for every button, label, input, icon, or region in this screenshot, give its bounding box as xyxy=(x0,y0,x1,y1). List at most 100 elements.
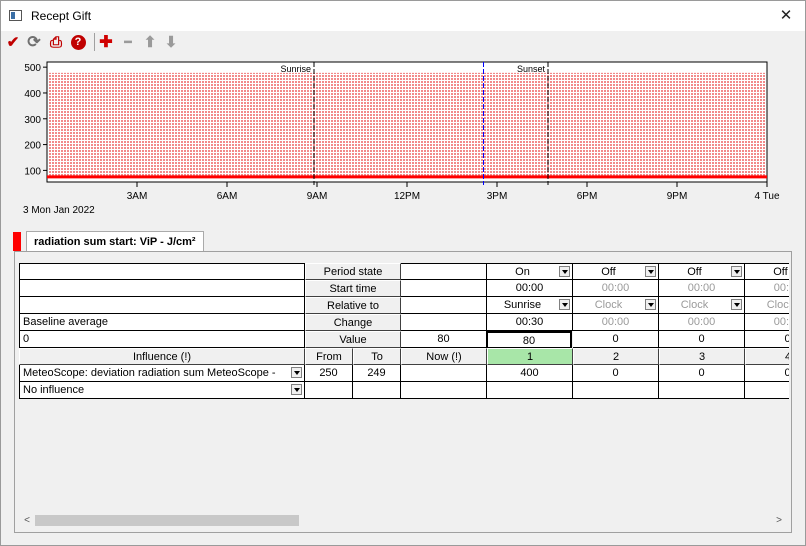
influence-2-period-1[interactable] xyxy=(487,382,573,399)
influence-1-to[interactable]: 249 xyxy=(353,365,401,382)
influence-2-period-2[interactable] xyxy=(573,382,659,399)
from-header: From xyxy=(305,348,353,365)
relative-to-2-value: Clock xyxy=(594,299,623,311)
tab-strip: radiation sum start: ViP - J/cm² xyxy=(13,229,213,252)
chevron-down-icon[interactable] xyxy=(559,299,570,310)
influence-header: Influence (!) xyxy=(19,348,305,365)
horizontal-scrollbar[interactable]: < > xyxy=(19,513,789,528)
to-header: To xyxy=(353,348,401,365)
refresh-icon[interactable]: ⟳ xyxy=(25,33,43,51)
change-4[interactable]: 00:00 xyxy=(745,314,789,331)
period-state-now xyxy=(401,263,487,280)
scroll-left-arrow[interactable]: < xyxy=(20,514,34,527)
marker-label: Sunset xyxy=(517,64,546,74)
influence-select-1[interactable]: MeteoScope: deviation radiation sum Mete… xyxy=(19,365,305,382)
period-state-3[interactable]: Off xyxy=(659,263,745,280)
help-icon[interactable]: ? xyxy=(69,33,87,51)
y-tick-label: 500 xyxy=(24,63,41,74)
value-now: 80 xyxy=(401,331,487,348)
relative-to-1-value: Sunrise xyxy=(503,299,542,311)
plus-icon[interactable]: ✚ xyxy=(97,33,115,51)
value-2[interactable]: 0 xyxy=(573,331,659,348)
arrow-down-icon[interactable]: ⬇ xyxy=(162,33,180,51)
chevron-down-icon[interactable] xyxy=(731,266,742,277)
influence-2-now xyxy=(401,382,487,399)
start-time-now xyxy=(401,280,487,297)
period-state-1[interactable]: On xyxy=(487,263,573,280)
influence-select-2-value: No influence xyxy=(23,384,85,396)
area-fill xyxy=(49,72,765,177)
start-time-label: Start time xyxy=(305,280,401,297)
influence-2-from[interactable] xyxy=(305,382,353,399)
start-time-3[interactable]: 00:00 xyxy=(659,280,745,297)
x-tick-label: 4 Tue xyxy=(754,191,779,202)
x-tick-label: 9PM xyxy=(667,191,688,202)
influence-1-period-1[interactable]: 400 xyxy=(487,365,573,382)
influence-select-2[interactable]: No influence xyxy=(19,382,305,399)
influence-2-period-3[interactable] xyxy=(659,382,745,399)
influence-2-period-4[interactable] xyxy=(745,382,789,399)
y-tick-label: 300 xyxy=(24,115,41,126)
value-3[interactable]: 0 xyxy=(659,331,745,348)
period-state-2-value: Off xyxy=(601,266,616,278)
chevron-down-icon[interactable] xyxy=(645,266,656,277)
period-state-label: Period state xyxy=(305,263,401,280)
settings-panel: Period state On Off Off Off Start time 0… xyxy=(14,251,792,533)
start-time-4[interactable]: 00:00 xyxy=(745,280,789,297)
toolbar: ✔ ⟳ ⎙ ? ✚ ━ ⬆ ⬇ xyxy=(1,31,805,53)
radiation-chart: Sunrise Sunset 500 400 300 200 100 3AM 6AM 9AM 12P… xyxy=(1,57,805,217)
period-header-4[interactable]: 4 xyxy=(745,348,789,365)
period-state-2[interactable]: Off xyxy=(573,263,659,280)
relative-to-1[interactable]: Sunrise xyxy=(487,297,573,314)
scroll-right-arrow[interactable]: > xyxy=(772,514,786,527)
start-time-1[interactable]: 00:00 xyxy=(487,280,573,297)
period-state-3-value: Off xyxy=(687,266,702,278)
relative-to-4[interactable]: Clock xyxy=(745,297,789,314)
check-icon[interactable]: ✔ xyxy=(4,33,22,51)
start-time-2[interactable]: 00:00 xyxy=(573,280,659,297)
print-icon[interactable]: ⎙ xyxy=(47,33,65,51)
influence-1-period-4[interactable]: 0 xyxy=(745,365,789,382)
period-header-1[interactable]: 1 xyxy=(487,348,573,365)
influence-1-period-2[interactable]: 0 xyxy=(573,365,659,382)
relative-to-2[interactable]: Clock xyxy=(573,297,659,314)
period-state-1-value: On xyxy=(515,266,530,278)
period-state-4-value: Off xyxy=(773,266,788,278)
change-2[interactable]: 00:00 xyxy=(573,314,659,331)
relative-to-3[interactable]: Clock xyxy=(659,297,745,314)
influence-2-to[interactable] xyxy=(353,382,401,399)
baseline-average-label: Baseline average xyxy=(19,314,305,331)
change-now xyxy=(401,314,487,331)
x-tick-label: 6AM xyxy=(217,191,238,202)
period-header-3[interactable]: 3 xyxy=(659,348,745,365)
chevron-down-icon[interactable] xyxy=(559,266,570,277)
period-header-2[interactable]: 2 xyxy=(573,348,659,365)
minus-icon[interactable]: ━ xyxy=(119,33,137,51)
chevron-down-icon[interactable] xyxy=(731,299,742,310)
value-4[interactable]: 0 xyxy=(745,331,789,348)
chevron-down-icon[interactable] xyxy=(291,367,302,378)
date-label: 3 Mon Jan 2022 xyxy=(23,205,95,216)
change-1[interactable]: 00:30 xyxy=(487,314,573,331)
chevron-down-icon[interactable] xyxy=(291,384,302,395)
marker-label: Sunrise xyxy=(280,64,311,74)
period-state-4[interactable]: Off xyxy=(745,263,789,280)
close-button[interactable]: ✕ xyxy=(771,4,801,28)
value-1[interactable]: 80 xyxy=(486,331,572,349)
title-bar: Recept Gift ✕ xyxy=(1,1,805,31)
tab-radiation-sum-start[interactable]: radiation sum start: ViP - J/cm² xyxy=(26,231,204,252)
x-tick-label: 12PM xyxy=(394,191,420,202)
app-icon xyxy=(9,10,22,21)
window-title: Recept Gift xyxy=(31,9,92,23)
change-3[interactable]: 00:00 xyxy=(659,314,745,331)
influence-1-period-3[interactable]: 0 xyxy=(659,365,745,382)
arrow-up-icon[interactable]: ⬆ xyxy=(141,33,159,51)
y-tick-label: 200 xyxy=(24,141,41,152)
influence-1-now xyxy=(401,365,487,382)
chevron-down-icon[interactable] xyxy=(645,299,656,310)
baseline-value[interactable]: 0 xyxy=(19,331,305,348)
influence-1-from[interactable]: 250 xyxy=(305,365,353,382)
grid-row-blank xyxy=(19,280,305,297)
relative-to-label: Relative to xyxy=(305,297,401,314)
scrollbar-thumb[interactable] xyxy=(35,515,299,526)
